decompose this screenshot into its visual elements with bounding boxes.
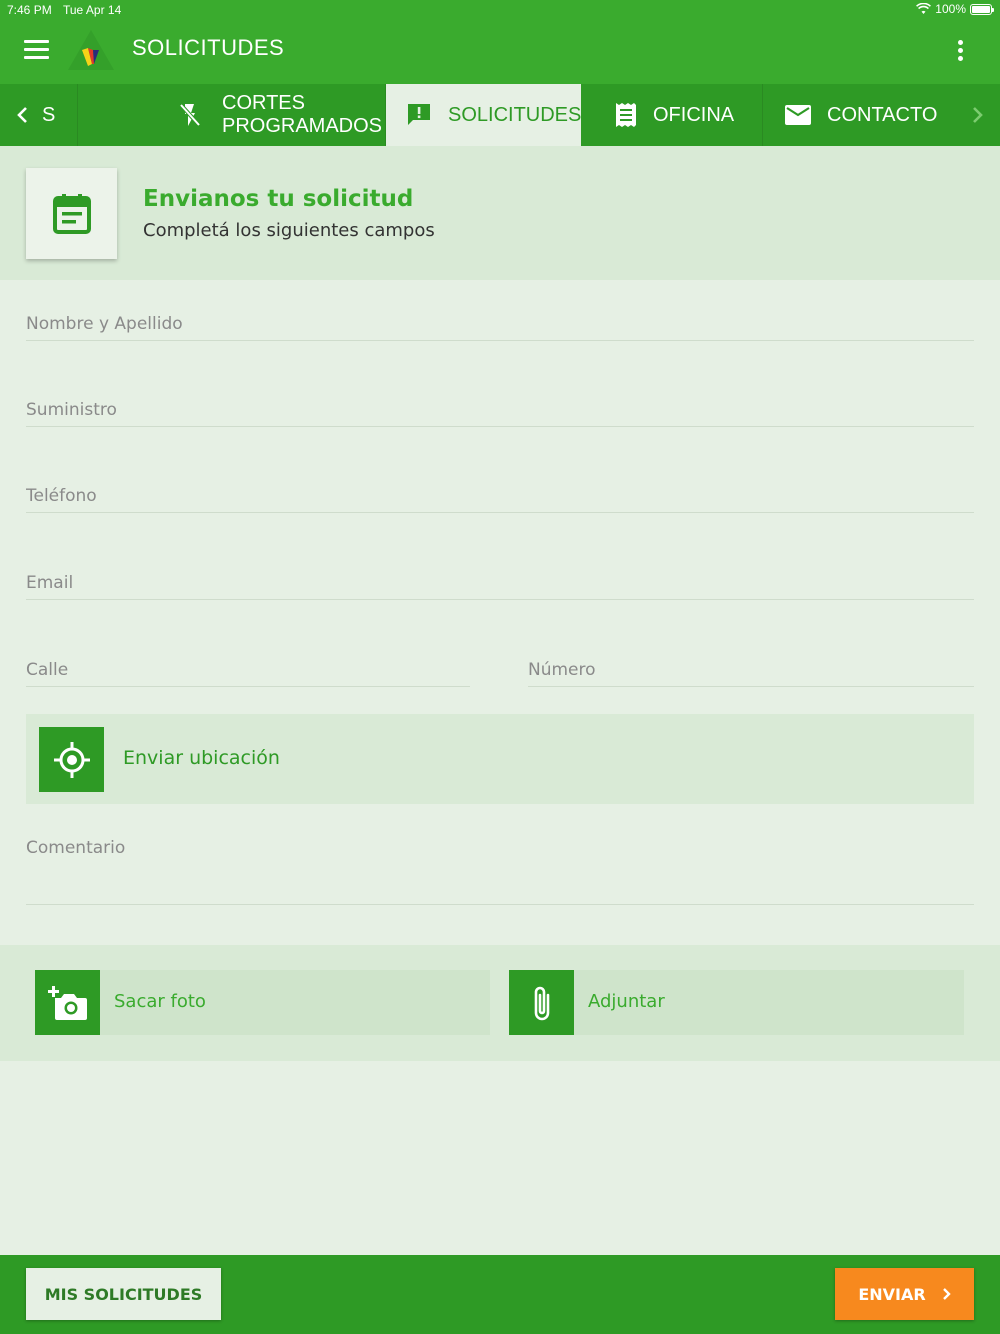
page-title: SOLICITUDES	[132, 35, 285, 60]
paperclip-icon	[534, 986, 549, 1020]
tab-previous-label: S	[42, 103, 56, 126]
tab-oficina[interactable]: OFICINA	[581, 84, 763, 146]
attach-icon-box	[509, 970, 574, 1035]
mail-icon	[785, 105, 811, 125]
tab-previous[interactable]: S	[0, 84, 78, 146]
send-label: ENVIAR	[858, 1284, 926, 1304]
email-field	[26, 573, 974, 600]
tab-solicitudes[interactable]: SOLICITUDES	[386, 84, 581, 146]
battery-icon	[970, 3, 994, 15]
chevron-left-icon[interactable]	[16, 106, 28, 124]
email-input[interactable]	[26, 573, 974, 593]
app-bar: SOLICITUDES	[0, 20, 1000, 84]
add-camera-icon	[47, 985, 87, 1020]
comentario-field	[26, 838, 974, 905]
form-title: Envianos tu solicitud	[143, 186, 414, 212]
suministro-input[interactable]	[26, 400, 974, 420]
wifi-icon	[916, 3, 932, 14]
telefono-field	[26, 486, 974, 513]
suministro-field	[26, 400, 974, 427]
send-button[interactable]: ENVIAR	[835, 1268, 974, 1320]
telefono-input[interactable]	[26, 486, 974, 506]
status-time: 7:46 PM	[7, 3, 52, 17]
calle-input[interactable]	[26, 660, 470, 680]
battery-percent: 100%	[935, 2, 966, 16]
take-photo-button[interactable]: Sacar foto	[35, 970, 490, 1035]
tab-bar: S CORTES PROGRAMADOS SOLICITUDES OFICINA	[0, 84, 1000, 146]
tab-contacto[interactable]: CONTACTO	[763, 84, 1000, 146]
take-photo-label: Sacar foto	[114, 991, 206, 1012]
bottom-bar: MIS SOLICITUDES ENVIAR	[0, 1255, 1000, 1334]
form-header: Envianos tu solicitud Completá los sigui…	[0, 146, 1000, 280]
numero-field	[528, 660, 974, 687]
my-requests-label: MIS SOLICITUDES	[44, 1284, 203, 1304]
send-location-button[interactable]: Enviar ubicación	[26, 714, 974, 804]
power-off-icon	[179, 103, 201, 127]
status-right: 100%	[916, 2, 994, 16]
camera-icon-box	[35, 970, 100, 1035]
numero-input[interactable]	[528, 660, 974, 680]
hamburger-menu-icon[interactable]	[24, 40, 49, 60]
comentario-input[interactable]	[26, 838, 974, 858]
tab-cortes-programados[interactable]: CORTES PROGRAMADOS	[78, 84, 386, 146]
tab-solicitudes-label: SOLICITUDES	[448, 103, 582, 126]
more-vert-icon[interactable]	[956, 40, 964, 64]
header-icon-box	[26, 168, 117, 259]
status-bar: 7:46 PM Tue Apr 14 100%	[0, 0, 1000, 20]
chevron-right-icon	[942, 1288, 951, 1300]
attach-file-label: Adjuntar	[588, 991, 665, 1012]
attach-file-button[interactable]: Adjuntar	[509, 970, 964, 1035]
send-location-label: Enviar ubicación	[123, 747, 280, 769]
location-icon-box	[39, 727, 104, 792]
attachments-section: Sacar foto Adjuntar	[0, 945, 1000, 1061]
nombre-input[interactable]	[26, 314, 974, 334]
nombre-field	[26, 314, 974, 341]
app-logo	[68, 30, 114, 70]
tab-cortes-label: CORTES PROGRAMADOS	[222, 92, 383, 137]
status-date: Tue Apr 14	[63, 3, 122, 17]
my-requests-button[interactable]: MIS SOLICITUDES	[26, 1268, 221, 1320]
tab-contacto-label: CONTACTO	[827, 103, 938, 126]
tab-oficina-label: OFICINA	[653, 103, 735, 126]
gps-target-icon	[53, 741, 90, 778]
chevron-right-icon[interactable]	[972, 106, 984, 124]
alert-message-icon	[408, 104, 430, 125]
calendar-icon	[52, 193, 91, 234]
form-subtitle: Completá los siguientes campos	[143, 220, 435, 241]
receipt-icon	[616, 103, 636, 127]
calle-field	[26, 660, 470, 687]
